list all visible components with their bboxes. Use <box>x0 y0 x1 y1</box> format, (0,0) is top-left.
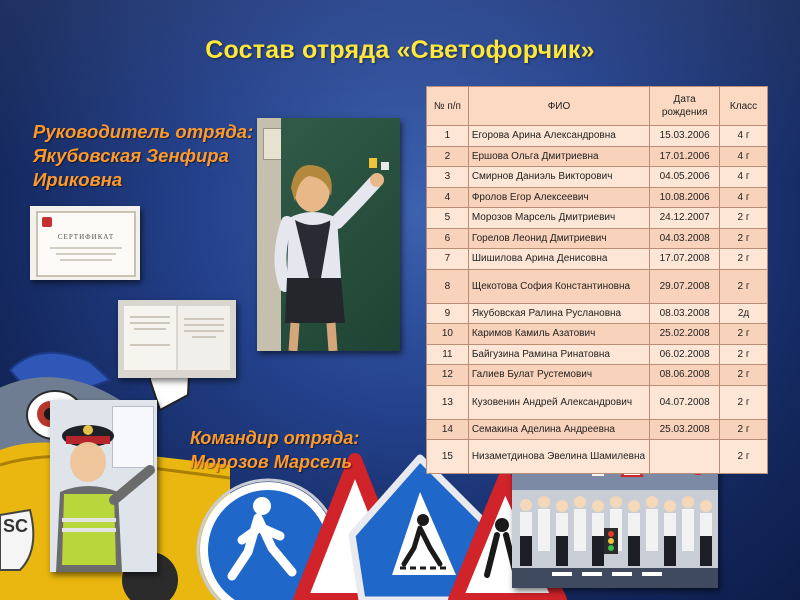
row-birth-date <box>649 439 721 474</box>
row-class: 2д <box>719 302 768 324</box>
row-number: 11 <box>426 343 469 365</box>
row-fio: Морозов Марсель Дмитриевич <box>467 207 651 229</box>
row-fio: Шишилова Арина Денисовна <box>467 248 651 270</box>
certificate-label: СЕРТИФИКАТ <box>57 233 115 241</box>
row-class: 2 г <box>719 418 768 440</box>
header-number: № п/п <box>426 86 469 126</box>
row-class: 2 г <box>719 207 768 229</box>
table-row: 4 Фролов Егор Алексеевич 10.08.2006 4 г <box>426 186 768 208</box>
row-birth-date: 04.05.2006 <box>649 166 721 188</box>
row-class: 2 г <box>719 227 768 249</box>
row-class: 4 г <box>719 186 768 208</box>
row-number: 2 <box>426 145 469 167</box>
row-fio: Егорова Арина Александровна <box>467 125 651 147</box>
header-birth-date: Дата рождения <box>649 86 721 126</box>
row-fio: Каримов Камиль Азатович <box>467 323 651 345</box>
row-birth-date: 29.07.2008 <box>649 268 721 304</box>
row-fio: Смирнов Даниэль Викторович <box>467 166 651 188</box>
table-row: 10 Каримов Камиль Азатович 25.02.2008 2 г <box>426 323 768 345</box>
row-fio: Фролов Егор Алексеевич <box>467 186 651 208</box>
row-number: 6 <box>426 227 469 249</box>
row-birth-date: 17.07.2008 <box>649 248 721 270</box>
slide: SC Состав отряда «Светофорчик» Руководит <box>0 0 800 600</box>
row-fio: Галиев Булат Рустемович <box>467 364 651 386</box>
header-class: Класс <box>719 86 768 126</box>
table-row: 13 Кузовенин Андрей Александрович 04.07.20… <box>426 384 768 420</box>
table-row: 15 Низаметдинова Эвелина Шамилевна 2 г <box>426 439 768 474</box>
row-fio: Ершова Ольга Дмитриевна <box>467 145 651 167</box>
certificate-photo: СЕРТИФИКАТ <box>30 206 140 280</box>
table-row: 11 Байгузина Рамина Ринатовна 06.02.2008 2 … <box>426 343 768 365</box>
row-birth-date: 06.02.2008 <box>649 343 721 365</box>
row-fio: Кузовенин Андрей Александрович <box>467 384 651 420</box>
row-class: 2 г <box>719 364 768 386</box>
row-fio: Семакина Аделина Андреевна <box>467 418 651 440</box>
table-header-row: № п/п ФИО Дата рождения Класс <box>426 86 768 126</box>
row-class: 2 г <box>719 248 768 270</box>
table-row: 12 Галиев Булат Рустемович 08.06.2008 2 г <box>426 364 768 386</box>
row-birth-date: 25.02.2008 <box>649 323 721 345</box>
row-class: 2 г <box>719 439 768 474</box>
row-class: 2 г <box>719 323 768 345</box>
row-class: 4 г <box>719 166 768 188</box>
row-number: 14 <box>426 418 469 440</box>
table-row: 3 Смирнов Даниэль Викторович 04.05.2006 4 г <box>426 166 768 188</box>
commander-caption-name: Морозов Марсель <box>190 452 353 472</box>
roster-table: № п/п ФИО Дата рождения Класс 1 Егорова А… <box>426 86 768 474</box>
page-title: Состав отряда «Светофорчик» <box>205 36 595 64</box>
diploma-photo <box>118 300 236 378</box>
table-row: 2 Ершова Ольга Дмитриевна 17.01.2006 4 г <box>426 145 768 167</box>
row-number: 4 <box>426 186 469 208</box>
leader-caption-surname: Якубовская Зенфира <box>33 145 229 166</box>
row-number: 1 <box>426 125 469 147</box>
row-class: 4 г <box>719 125 768 147</box>
roster-body: 1 Егорова Арина Александровна 15.03.2006 4 … <box>426 125 768 474</box>
header-fio: ФИО <box>467 86 651 126</box>
row-number: 10 <box>426 323 469 345</box>
row-number: 13 <box>426 384 469 420</box>
leader-caption-patronymic: Ириковна <box>33 169 123 190</box>
row-fio: Горелов Леонид Дмитриевич <box>467 227 651 249</box>
row-number: 8 <box>426 268 469 304</box>
row-number: 15 <box>426 439 469 474</box>
table-row: 9 Якубовская Ралина Руслановна 08.03.2008 2… <box>426 302 768 324</box>
row-birth-date: 08.03.2008 <box>649 302 721 324</box>
commander-caption-role: Командир отряда: <box>190 428 360 448</box>
row-class: 2 г <box>719 384 768 420</box>
leader-caption: Руководитель отряда: Якубовская Зенфира … <box>33 120 253 192</box>
commander-photo <box>50 400 157 572</box>
row-birth-date: 17.01.2006 <box>649 145 721 167</box>
teacher-photo <box>257 118 400 351</box>
leader-caption-role: Руководитель отряда: <box>33 121 254 142</box>
table-row: 6 Горелов Леонид Дмитриевич 04.03.2008 2 г <box>426 227 768 249</box>
table-row: 8 Щекотова София Константиновна 29.07.2008… <box>426 268 768 304</box>
row-class: 2 г <box>719 268 768 304</box>
row-fio: Якубовская Ралина Руслановна <box>467 302 651 324</box>
row-birth-date: 04.03.2008 <box>649 227 721 249</box>
row-number: 7 <box>426 248 469 270</box>
row-fio: Щекотова София Константиновна <box>467 268 651 304</box>
row-birth-date: 04.07.2008 <box>649 384 721 420</box>
row-birth-date: 15.03.2006 <box>649 125 721 147</box>
commander-caption: Командир отряда: Морозов Марсель <box>190 426 359 474</box>
row-number: 9 <box>426 302 469 324</box>
row-fio: Низаметдинова Эвелина Шамилевна <box>467 439 651 474</box>
row-class: 2 г <box>719 343 768 365</box>
table-row: 14 Семакина Аделина Андреевна 25.03.2008 2 … <box>426 418 768 440</box>
row-birth-date: 10.08.2006 <box>649 186 721 208</box>
row-birth-date: 08.06.2008 <box>649 364 721 386</box>
row-birth-date: 25.03.2008 <box>649 418 721 440</box>
table-row: 1 Егорова Арина Александровна 15.03.2006 4 … <box>426 125 768 147</box>
row-number: 12 <box>426 364 469 386</box>
row-number: 3 <box>426 166 469 188</box>
row-birth-date: 24.12.2007 <box>649 207 721 229</box>
table-row: 7 Шишилова Арина Денисовна 17.07.2008 2 г <box>426 248 768 270</box>
row-fio: Байгузина Рамина Ринатовна <box>467 343 651 365</box>
row-class: 4 г <box>719 145 768 167</box>
row-number: 5 <box>426 207 469 229</box>
table-row: 5 Морозов Марсель Дмитриевич 24.12.2007 2 г <box>426 207 768 229</box>
